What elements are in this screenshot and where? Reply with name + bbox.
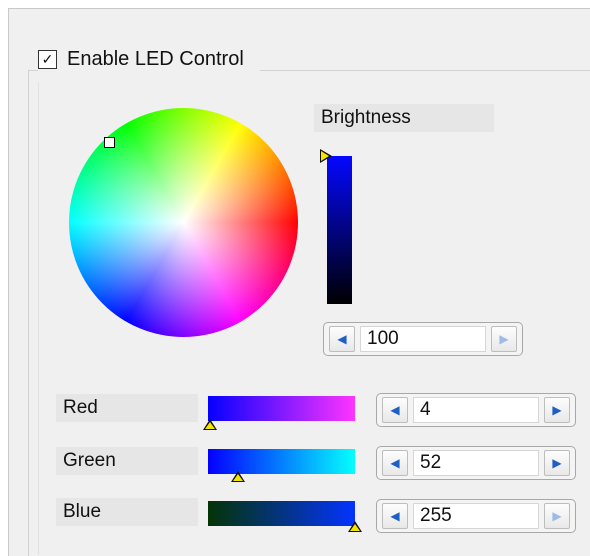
red-increment-button[interactable]: ▶ xyxy=(544,397,570,423)
enable-led-control-checkbox-row[interactable]: ✓ Enable LED Control xyxy=(38,44,260,74)
red-spinner[interactable]: ◀ 4 ▶ xyxy=(376,393,576,427)
right-arrow-icon: ▶ xyxy=(499,332,509,346)
red-slider[interactable] xyxy=(208,396,355,421)
brightness-value-field[interactable]: 100 xyxy=(360,326,486,352)
red-label: Red xyxy=(56,394,198,422)
green-spinner[interactable]: ◀ 52 ▶ xyxy=(376,446,576,480)
green-value-field[interactable]: 52 xyxy=(413,450,539,476)
green-decrement-button[interactable]: ◀ xyxy=(382,450,408,476)
left-arrow-icon: ◀ xyxy=(390,403,400,417)
blue-decrement-button[interactable]: ◀ xyxy=(382,503,408,529)
right-arrow-icon: ▶ xyxy=(552,403,562,417)
blue-increment-button[interactable]: ▶ xyxy=(544,503,570,529)
right-arrow-icon: ▶ xyxy=(552,456,562,470)
brightness-label: Brightness xyxy=(314,104,494,132)
color-wheel-handle[interactable] xyxy=(104,137,115,148)
brightness-decrement-button[interactable]: ◀ xyxy=(329,326,355,352)
blue-value-field[interactable]: 255 xyxy=(413,503,539,529)
left-arrow-icon: ◀ xyxy=(337,332,347,346)
green-increment-button[interactable]: ▶ xyxy=(544,450,570,476)
blue-spinner[interactable]: ◀ 255 ▶ xyxy=(376,499,576,533)
green-slider-marker-icon[interactable] xyxy=(230,471,245,482)
check-icon: ✓ xyxy=(41,51,54,67)
blue-slider[interactable] xyxy=(208,501,355,526)
left-arrow-icon: ◀ xyxy=(390,456,400,470)
blue-label: Blue xyxy=(56,498,198,526)
red-value-field[interactable]: 4 xyxy=(413,397,539,423)
enable-led-label: Enable LED Control xyxy=(67,47,244,70)
blue-slider-marker-icon[interactable] xyxy=(348,521,362,532)
brightness-slider-marker-icon[interactable] xyxy=(320,149,332,163)
left-arrow-icon: ◀ xyxy=(390,509,400,523)
green-label: Green xyxy=(56,447,198,475)
brightness-increment-button[interactable]: ▶ xyxy=(491,326,517,352)
right-arrow-icon: ▶ xyxy=(552,509,562,523)
brightness-spinner[interactable]: ◀ 100 ▶ xyxy=(323,322,523,356)
red-decrement-button[interactable]: ◀ xyxy=(382,397,408,423)
brightness-slider[interactable] xyxy=(327,156,352,304)
enable-led-checkbox[interactable]: ✓ xyxy=(38,49,57,69)
red-slider-marker-icon[interactable] xyxy=(203,419,218,430)
